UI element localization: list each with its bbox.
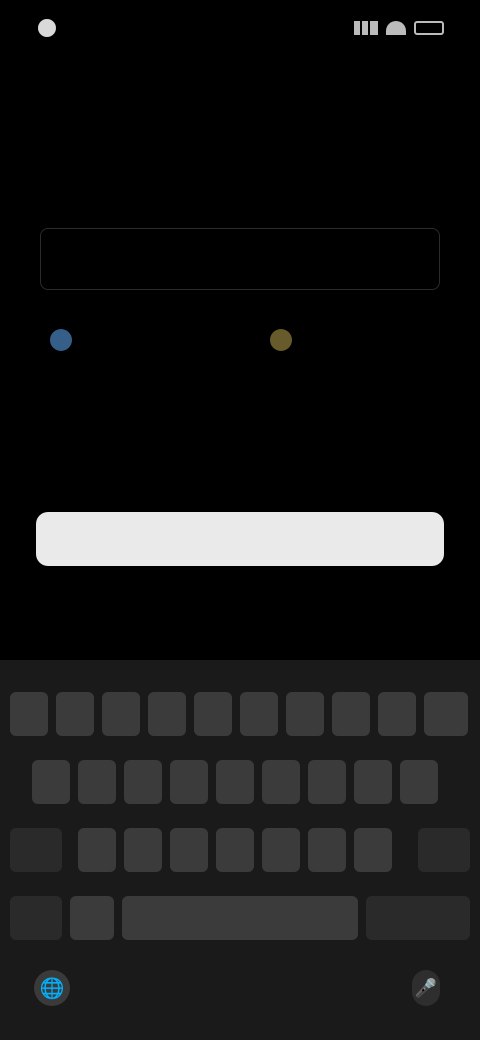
key[interactable] — [286, 692, 324, 736]
key[interactable] — [78, 828, 116, 872]
return-key[interactable] — [366, 896, 470, 940]
key[interactable] — [240, 692, 278, 736]
key[interactable] — [170, 760, 208, 804]
key[interactable] — [262, 760, 300, 804]
status-time — [38, 18, 118, 38]
key[interactable] — [148, 692, 186, 736]
status-bar — [0, 0, 480, 60]
battery-icon — [414, 21, 444, 35]
key[interactable] — [424, 692, 468, 736]
key[interactable] — [262, 828, 300, 872]
option-right[interactable] — [260, 320, 420, 360]
keyboard-row-4 — [0, 896, 480, 940]
key[interactable] — [78, 760, 116, 804]
key[interactable] — [32, 760, 70, 804]
on-screen-keyboard: 🌐 🎤 — [0, 660, 480, 1040]
key[interactable] — [354, 760, 392, 804]
key[interactable] — [400, 760, 438, 804]
keyboard-row-2 — [0, 760, 480, 804]
key[interactable] — [216, 828, 254, 872]
text-input[interactable] — [40, 228, 440, 290]
key[interactable] — [124, 760, 162, 804]
key[interactable] — [56, 692, 94, 736]
status-dot-icon — [38, 19, 56, 37]
key[interactable] — [170, 828, 208, 872]
numbers-key[interactable] — [10, 896, 62, 940]
option-left[interactable] — [40, 320, 230, 360]
key[interactable] — [308, 828, 346, 872]
key[interactable] — [124, 828, 162, 872]
key[interactable] — [216, 760, 254, 804]
key[interactable] — [354, 828, 392, 872]
keyboard-row-3 — [0, 828, 480, 872]
signal-icon — [354, 21, 378, 35]
key[interactable] — [308, 760, 346, 804]
key[interactable] — [378, 692, 416, 736]
keyboard-bottom-bar: 🌐 🎤 — [0, 956, 480, 1040]
wifi-icon — [386, 21, 406, 35]
info-icon[interactable] — [50, 329, 72, 351]
options-row — [40, 320, 440, 360]
key[interactable] — [10, 692, 48, 736]
shift-key[interactable] — [10, 828, 62, 872]
star-icon[interactable] — [270, 329, 292, 351]
key[interactable] — [102, 692, 140, 736]
space-key[interactable] — [122, 896, 358, 940]
status-icons — [352, 18, 444, 38]
key[interactable] — [332, 692, 370, 736]
keyboard-row-1 — [0, 692, 480, 736]
emoji-key[interactable] — [70, 896, 114, 940]
mic-icon[interactable]: 🎤 — [412, 970, 440, 1006]
globe-icon[interactable]: 🌐 — [34, 970, 70, 1006]
key[interactable] — [194, 692, 232, 736]
backspace-key[interactable] — [418, 828, 470, 872]
continue-button[interactable] — [36, 512, 444, 566]
